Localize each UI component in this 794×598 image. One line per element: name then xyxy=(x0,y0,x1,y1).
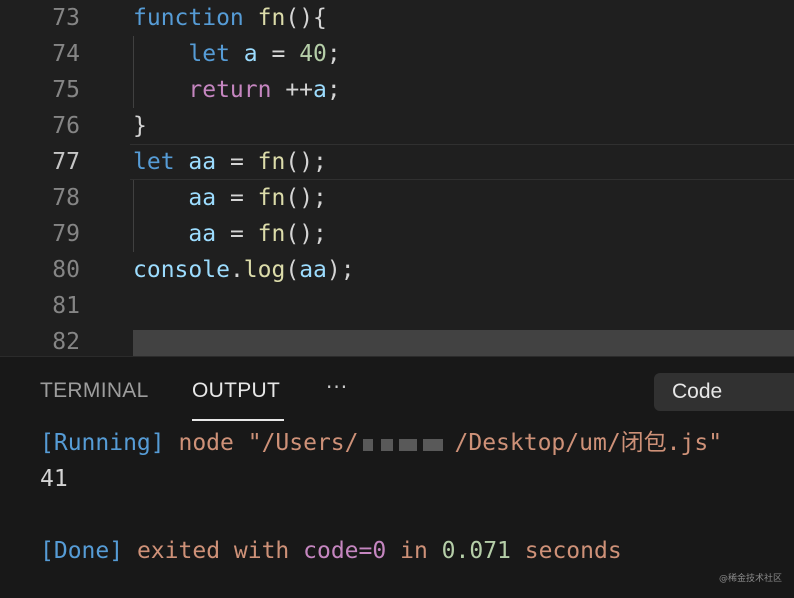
line-number: 75 xyxy=(52,77,80,103)
code-token: (){ xyxy=(285,5,327,31)
code-token: let xyxy=(188,41,230,67)
line-number: 73 xyxy=(52,5,80,31)
code-token: (); xyxy=(285,185,327,211)
horizontal-scrollbar[interactable] xyxy=(133,330,794,356)
more-actions-icon[interactable]: ··· xyxy=(326,375,348,399)
code-token: ++ xyxy=(271,77,314,103)
exit-text: exited with xyxy=(136,538,290,564)
code-token: ( xyxy=(285,257,300,283)
code-line[interactable]: 81 xyxy=(0,288,794,324)
in-text: in xyxy=(400,538,428,564)
code-token: = xyxy=(216,185,258,211)
code-token: fn xyxy=(257,149,286,175)
command-suffix: /Desktop/um/闭包.js" xyxy=(454,430,723,456)
code-text: let aa = fn(); xyxy=(133,144,327,180)
code-token: aa xyxy=(299,257,327,283)
code-token: a xyxy=(243,41,258,67)
line-number: 76 xyxy=(52,113,80,139)
command-prefix: node "/Users/ xyxy=(178,430,359,456)
code-token: (); xyxy=(285,221,327,247)
code-token: = xyxy=(257,41,300,67)
code-token: let xyxy=(133,149,175,175)
code-line[interactable]: 73 function fn(){ xyxy=(0,0,794,36)
code-token: } xyxy=(133,113,147,139)
output-line-done: [Done] exited with code=0 in 0.071 secon… xyxy=(40,533,622,569)
tab-terminal[interactable]: TERMINAL xyxy=(40,379,149,403)
indent-guide xyxy=(133,36,134,108)
running-tag: [Running] xyxy=(40,430,165,456)
line-number: 74 xyxy=(52,41,80,67)
line-number: 77 xyxy=(52,149,80,175)
code-text: let a = 40; xyxy=(133,36,341,72)
code-token: fn xyxy=(257,185,286,211)
done-tag: [Done] xyxy=(40,538,124,564)
code-token: fn xyxy=(257,221,286,247)
code-text: console.log(aa); xyxy=(133,252,355,288)
code-line[interactable]: 74 let a = 40; xyxy=(0,36,794,72)
code-token: aa xyxy=(188,185,217,211)
line-number: 79 xyxy=(52,221,80,247)
code-token: . xyxy=(229,257,244,283)
code-line[interactable]: 79 aa = fn(); xyxy=(0,216,794,252)
watermark: @稀金技术社区 xyxy=(718,574,782,584)
line-number: 80 xyxy=(52,257,80,283)
code-line[interactable]: 78 aa = fn(); xyxy=(0,180,794,216)
line-number: 82 xyxy=(52,329,80,355)
code-token: log xyxy=(243,257,286,283)
code-token: aa xyxy=(188,221,217,247)
line-number: 81 xyxy=(52,293,80,319)
exit-code: code=0 xyxy=(303,538,387,564)
code-token: console xyxy=(133,257,230,283)
code-token: a xyxy=(313,77,327,103)
active-tab-indicator xyxy=(192,419,284,421)
code-editor[interactable]: 73 function fn(){74 let a = 40; 75 return … xyxy=(0,0,794,356)
code-text: } xyxy=(133,108,147,144)
code-text: function fn(){ xyxy=(133,0,327,36)
redacted-username xyxy=(359,435,455,453)
output-result: 41 xyxy=(40,466,68,492)
code-line[interactable]: 76} xyxy=(0,108,794,144)
code-token: = xyxy=(216,221,258,247)
code-token: function xyxy=(133,5,244,31)
tab-output[interactable]: OUTPUT xyxy=(192,379,280,403)
code-text: aa = fn(); xyxy=(133,180,327,216)
output-channel-value: Code xyxy=(672,380,723,403)
code-token: ; xyxy=(326,41,341,67)
output-channel-select[interactable]: Code xyxy=(654,373,794,411)
code-token: = xyxy=(216,149,258,175)
code-token: 40 xyxy=(299,41,327,67)
output-panel: TERMINAL OUTPUT ··· Code [Running] node … xyxy=(0,356,794,598)
code-text: return ++a; xyxy=(133,72,341,108)
code-token: fn xyxy=(257,5,286,31)
code-line[interactable]: 75 return ++a; xyxy=(0,72,794,108)
code-token: ); xyxy=(326,257,355,283)
code-text: aa = fn(); xyxy=(133,216,327,252)
indent-guide xyxy=(133,180,134,252)
duration-value: 0.071 xyxy=(441,538,511,564)
code-line[interactable]: 80 console.log(aa); xyxy=(0,252,794,288)
code-token: ; xyxy=(326,77,341,103)
code-token: (); xyxy=(285,149,327,175)
output-line-running: [Running] node "/Users/ /Desktop/um/闭包.js… xyxy=(40,425,722,461)
code-line[interactable]: 77 let aa = fn(); xyxy=(0,144,794,180)
line-number: 78 xyxy=(52,185,80,211)
code-token: return xyxy=(188,77,272,103)
code-token: aa xyxy=(188,149,217,175)
seconds-text: seconds xyxy=(524,538,622,564)
